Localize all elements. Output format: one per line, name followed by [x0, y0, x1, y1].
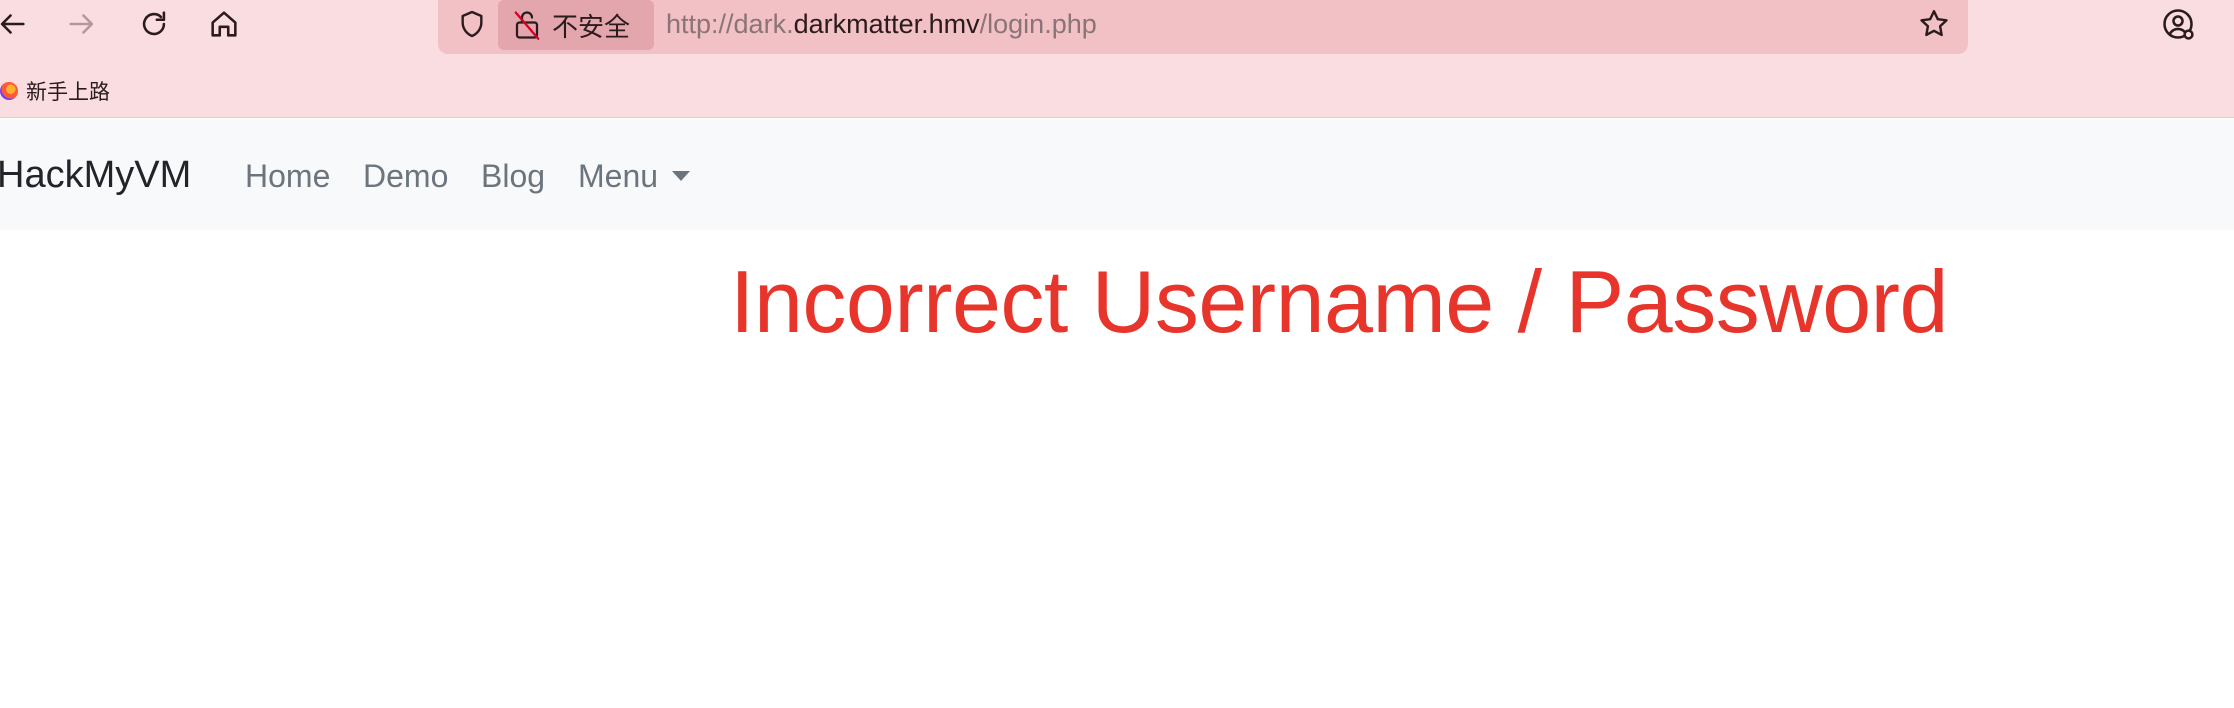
error-message: Incorrect Username / Password	[730, 252, 1948, 351]
security-label: 不安全	[552, 12, 631, 43]
tracking-protection-button[interactable]	[452, 4, 492, 44]
nav-dropdown-menu[interactable]: Menu	[578, 157, 691, 195]
reload-icon	[142, 11, 166, 36]
bookmark-star-button[interactable]	[1914, 4, 1954, 44]
site-brand[interactable]: HackMyVM	[0, 153, 191, 197]
url-domain: darkmatter.hmv	[793, 9, 980, 39]
address-bar[interactable]: 不安全 http://dark.darkmatter.hmv/login.php	[438, 0, 1968, 54]
reload-button[interactable]	[132, 2, 176, 46]
nav-link-home[interactable]: Home	[245, 157, 330, 195]
account-button[interactable]	[2156, 2, 2200, 46]
browser-toolbar: 不安全 http://dark.darkmatter.hmv/login.php…	[0, 0, 2234, 118]
nav-link-demo[interactable]: Demo	[363, 157, 448, 195]
site-security-button[interactable]: 不安全	[498, 0, 654, 50]
lock-slash-icon	[514, 11, 540, 40]
account-icon	[2163, 9, 2194, 40]
url-prefix: http://dark.	[666, 9, 794, 39]
shield-icon	[461, 10, 483, 38]
nav-dropdown-label: Menu	[578, 158, 659, 194]
arrow-right-icon	[69, 14, 94, 34]
star-icon	[1920, 10, 1948, 37]
back-button[interactable]	[0, 2, 34, 46]
nav-link-blog[interactable]: Blog	[481, 157, 545, 195]
caret-down-icon	[672, 170, 691, 181]
home-icon	[211, 11, 237, 37]
arrow-left-icon	[0, 14, 25, 34]
bookmark-label: 新手上路	[26, 80, 110, 104]
url-text[interactable]: http://dark.darkmatter.hmv/login.php	[666, 6, 1097, 42]
firefox-icon	[0, 82, 18, 100]
bookmark-item[interactable]: 新手上路	[0, 74, 110, 108]
forward-button[interactable]	[60, 2, 104, 46]
url-path: /login.php	[979, 9, 1097, 39]
site-navbar: HackMyVM Home Demo Blog Menu	[0, 119, 2234, 230]
home-button[interactable]	[202, 2, 246, 46]
